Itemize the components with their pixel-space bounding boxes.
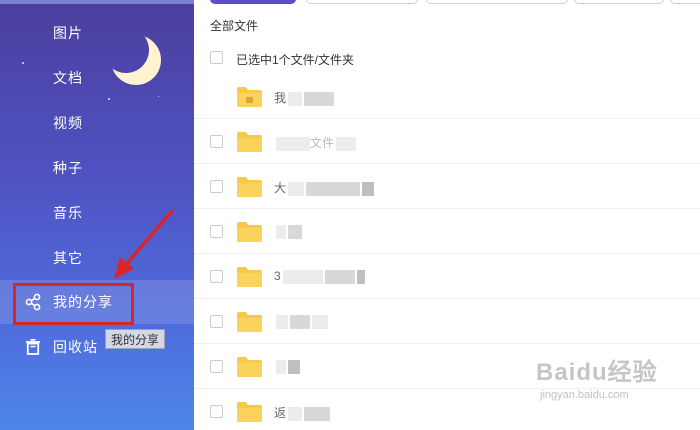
toolbar-button[interactable] bbox=[670, 0, 700, 4]
folder-icon bbox=[236, 401, 263, 423]
table-row[interactable]: 我 bbox=[194, 74, 700, 119]
watermark: Baidu经验 jingyan.baidu.com bbox=[536, 352, 658, 401]
toolbar-button[interactable] bbox=[306, 0, 418, 4]
sidebar-top-strip bbox=[0, 0, 194, 4]
sidebar-item-documents[interactable]: 文档 bbox=[0, 56, 194, 100]
file-name[interactable] bbox=[274, 224, 302, 239]
watermark-brand: Baidu经验 bbox=[536, 359, 658, 386]
row-checkbox[interactable] bbox=[210, 315, 223, 328]
sidebar-item-torrents[interactable]: 种子 bbox=[0, 146, 194, 190]
sidebar: 图片 文档 视频 种子 音乐 其它 我的分享 回收站 我的分享 bbox=[0, 0, 194, 430]
toolbar bbox=[194, 0, 700, 5]
file-name[interactable]: 返 bbox=[274, 404, 331, 421]
folder-icon bbox=[236, 266, 263, 288]
row-checkbox[interactable] bbox=[210, 270, 223, 283]
watermark-url: jingyan.baidu.com bbox=[540, 389, 629, 401]
folder-icon bbox=[236, 356, 263, 378]
toolbar-button[interactable] bbox=[426, 0, 568, 4]
file-name[interactable] bbox=[274, 314, 328, 329]
toolbar-button[interactable] bbox=[574, 0, 664, 4]
table-row[interactable]: 文件 bbox=[194, 119, 700, 164]
file-name[interactable]: 3 bbox=[274, 269, 365, 284]
folder-icon bbox=[236, 311, 263, 333]
table-row[interactable]: 大 bbox=[194, 164, 700, 209]
toolbar-button-primary[interactable] bbox=[210, 0, 296, 4]
file-name[interactable]: 我 bbox=[274, 89, 335, 106]
sidebar-item-label: 种子 bbox=[53, 160, 83, 176]
folder-icon bbox=[236, 221, 263, 243]
sidebar-item-videos[interactable]: 视频 bbox=[0, 101, 194, 145]
file-name[interactable]: 大 bbox=[274, 179, 375, 196]
folder-icon bbox=[236, 176, 263, 198]
sidebar-item-images[interactable]: 图片 bbox=[0, 11, 194, 55]
trash-icon bbox=[24, 338, 42, 356]
shared-folder-icon bbox=[236, 86, 263, 108]
table-row[interactable] bbox=[194, 299, 700, 344]
row-checkbox[interactable] bbox=[210, 180, 223, 193]
sidebar-item-label: 其它 bbox=[53, 250, 83, 266]
row-checkbox[interactable] bbox=[210, 360, 223, 373]
table-row[interactable] bbox=[194, 209, 700, 254]
sidebar-item-label: 音乐 bbox=[53, 205, 83, 221]
table-row[interactable]: 3 bbox=[194, 254, 700, 299]
row-checkbox[interactable] bbox=[210, 405, 223, 418]
sidebar-item-label: 文档 bbox=[53, 70, 83, 86]
sidebar-item-label: 回收站 bbox=[53, 339, 98, 355]
breadcrumb[interactable]: 全部文件 bbox=[210, 17, 258, 34]
file-name[interactable] bbox=[274, 359, 300, 374]
sidebar-item-label: 视频 bbox=[53, 115, 83, 131]
select-all-checkbox[interactable] bbox=[210, 51, 223, 64]
row-checkbox[interactable] bbox=[210, 135, 223, 148]
selection-count-text: 已选中1个文件/文件夹 bbox=[236, 53, 355, 67]
red-arrow-annotation bbox=[100, 205, 190, 295]
tooltip: 我的分享 bbox=[105, 329, 166, 349]
row-checkbox[interactable] bbox=[210, 225, 223, 238]
sidebar-item-label: 图片 bbox=[53, 25, 83, 41]
folder-icon bbox=[236, 131, 263, 153]
file-name[interactable]: 文件 bbox=[274, 134, 357, 151]
